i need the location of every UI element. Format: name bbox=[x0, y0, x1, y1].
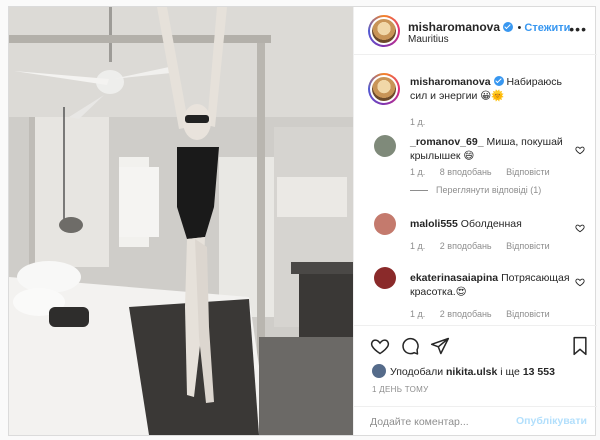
reply-button[interactable]: Відповісти bbox=[506, 167, 550, 177]
post-card: misharomanova • Стежити Mauritius ••• mi… bbox=[8, 6, 597, 436]
commenter-username[interactable]: maloli555 bbox=[410, 218, 458, 230]
comment-age: 1 д. bbox=[410, 167, 426, 177]
liker-avatar[interactable] bbox=[372, 364, 386, 378]
add-comment-bar: Опублікувати bbox=[354, 406, 597, 436]
more-horizontal-icon[interactable]: ••• bbox=[569, 21, 587, 37]
bookmark-icon[interactable] bbox=[570, 336, 590, 356]
view-replies-button[interactable]: Переглянути відповіді (1) bbox=[410, 185, 541, 195]
reply-button[interactable]: Відповісти bbox=[506, 309, 550, 319]
share-icon[interactable] bbox=[430, 336, 450, 356]
heart-icon[interactable] bbox=[370, 336, 390, 356]
comment-item: maloli555 Оболденная 1 д. 2 вподобань Ві… bbox=[354, 213, 597, 263]
author-username[interactable]: misharomanova bbox=[408, 20, 500, 34]
comment-like-icon[interactable] bbox=[575, 223, 585, 233]
caption: misharomanova Набираюсь сил и энергии 😀🌞… bbox=[354, 55, 597, 127]
caption-username[interactable]: misharomanova bbox=[410, 76, 491, 88]
verified-badge-icon bbox=[493, 76, 504, 86]
verified-badge-icon bbox=[503, 22, 514, 32]
comment-text: Оболденная bbox=[460, 218, 522, 230]
post-comment-button[interactable]: Опублікувати bbox=[516, 415, 587, 427]
commenter-username[interactable]: ekaterinasaiapina bbox=[410, 272, 498, 284]
post-header: misharomanova • Стежити Mauritius ••• bbox=[354, 7, 597, 55]
comment-item: ekaterinasaiapina Потрясающая красотка.😍… bbox=[354, 265, 597, 323]
comment-like-icon[interactable] bbox=[575, 277, 585, 287]
liked-by-prefix: Уподобали bbox=[390, 366, 444, 378]
post-sidebar: misharomanova • Стежити Mauritius ••• mi… bbox=[353, 7, 597, 435]
commenter-avatar[interactable] bbox=[374, 213, 396, 235]
post-image bbox=[9, 7, 353, 435]
caption-avatar[interactable] bbox=[368, 73, 400, 105]
comment-icon[interactable] bbox=[400, 336, 420, 356]
liked-by: Уподобали nikita.ulsk і ще 13 553 bbox=[372, 364, 555, 378]
reply-button[interactable]: Відповісти bbox=[506, 241, 550, 251]
commenter-avatar[interactable] bbox=[374, 135, 396, 157]
comment-likes[interactable]: 8 вподобань bbox=[440, 167, 492, 177]
post-location[interactable]: Mauritius bbox=[408, 34, 449, 45]
comment-age: 1 д. bbox=[410, 309, 426, 319]
commenter-avatar[interactable] bbox=[374, 267, 396, 289]
post-photo[interactable] bbox=[9, 7, 353, 435]
comment-age: 1 д. bbox=[410, 241, 426, 251]
caption-age: 1 д. bbox=[410, 117, 426, 127]
liked-by-user[interactable]: nikita.ulsk bbox=[446, 366, 497, 378]
comment-input[interactable] bbox=[370, 413, 520, 431]
commenter-username[interactable]: _romanov_69_ bbox=[410, 136, 484, 148]
comment-item: _romanov_69_ Миша, покушай крылышек 😄 1 … bbox=[354, 133, 597, 201]
author-avatar[interactable] bbox=[368, 15, 400, 47]
follow-button[interactable]: Стежити bbox=[524, 22, 570, 34]
comment-likes[interactable]: 2 вподобань bbox=[440, 309, 492, 319]
liked-by-suffix: і ще bbox=[497, 366, 523, 378]
likes-count[interactable]: 13 553 bbox=[523, 366, 555, 378]
comment-like-icon[interactable] bbox=[575, 145, 585, 155]
comment-likes[interactable]: 2 вподобань bbox=[440, 241, 492, 251]
post-actions: Уподобали nikita.ulsk і ще 13 553 1 ДЕНЬ… bbox=[354, 325, 597, 435]
comments-list: misharomanova Набираюсь сил и энергии 😀🌞… bbox=[354, 55, 597, 323]
post-time[interactable]: 1 ДЕНЬ ТОМУ bbox=[372, 385, 428, 394]
